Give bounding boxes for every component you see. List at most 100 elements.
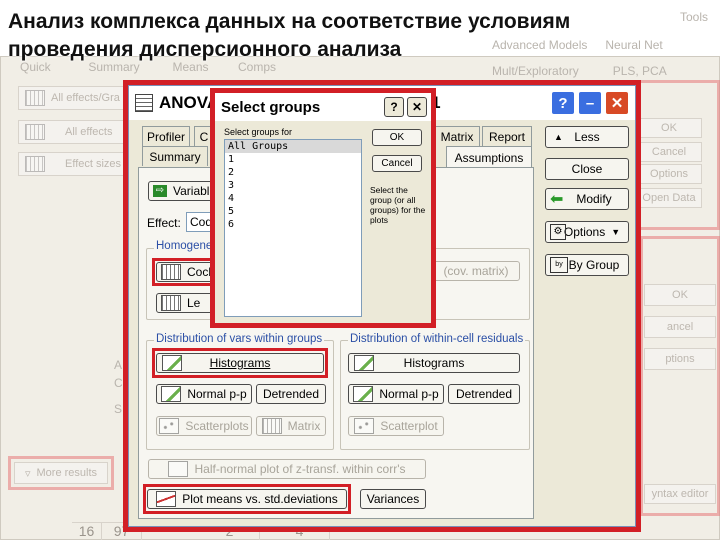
- select-groups-cancel-button[interactable]: Cancel: [372, 155, 422, 172]
- bg-table-icon: [25, 124, 45, 140]
- matrix-label: Matrix: [287, 419, 321, 433]
- less-button[interactable]: ▲ Less: [545, 126, 629, 148]
- scatterplot-icon: [159, 418, 180, 434]
- tab-report[interactable]: Report: [482, 126, 532, 146]
- close-button[interactable]: Close: [545, 158, 629, 180]
- bg-effect-sizes-button[interactable]: Effect sizes: [18, 152, 130, 176]
- effect-label: Effect:: [147, 216, 181, 230]
- bg-syntax-editor-button[interactable]: yntax editor: [644, 484, 716, 504]
- help-icon[interactable]: ?: [384, 97, 404, 117]
- levene-label: Le: [187, 296, 201, 310]
- dropdown-icon: ▼: [611, 227, 621, 237]
- group-item-all[interactable]: All Groups: [225, 140, 361, 153]
- table-icon: [161, 295, 181, 311]
- plot-means-label: Plot means vs. std.deviations: [182, 492, 338, 506]
- normal-pp-residuals-label: Normal p-p: [379, 387, 439, 401]
- select-groups-title-buttons: ? ✕: [384, 97, 427, 117]
- scatterplot-icon: [354, 418, 375, 434]
- bg-right-lower-highlight: [640, 236, 720, 516]
- by-group-label: By Group: [568, 258, 620, 272]
- group-item-3[interactable]: 3: [225, 179, 361, 192]
- select-groups-ok-button[interactable]: OK: [372, 129, 422, 146]
- bg-cancel-button[interactable]: Cancel: [636, 142, 702, 162]
- cochran-button[interactable]: Coch: [156, 262, 218, 282]
- select-groups-title: Select groups: [221, 98, 321, 116]
- variances-button[interactable]: Variances: [360, 489, 426, 509]
- histogram-icon: [162, 355, 182, 371]
- tab-summary[interactable]: Summary: [142, 146, 208, 166]
- modify-label: Modify: [576, 192, 612, 206]
- bg-label: All effects: [65, 126, 113, 138]
- select-groups-caption: Select groups for: [224, 127, 293, 137]
- minimize-icon[interactable]: –: [578, 91, 602, 115]
- half-normal-button[interactable]: Half-normal plot of z-transf. within cor…: [148, 459, 426, 479]
- group-item-1[interactable]: 1: [225, 153, 361, 166]
- detrended-residuals-button[interactable]: Detrended: [448, 384, 520, 404]
- bg-cancel-button-2[interactable]: ancel: [644, 316, 716, 338]
- bg-grid-icon: [25, 90, 45, 106]
- normal-plot-icon: [161, 386, 182, 402]
- scatterplots-button[interactable]: Scatterplots: [156, 416, 252, 436]
- anova-grid-icon: [135, 94, 153, 112]
- bg-options-button-2[interactable]: ptions: [644, 348, 716, 370]
- bg-arrow-icon: ▿: [24, 467, 31, 480]
- group-item-4[interactable]: 4: [225, 192, 361, 205]
- means-plot-icon: [156, 491, 177, 507]
- groups-listbox[interactable]: All Groups 1 2 3 4 5 6: [224, 139, 362, 317]
- bg-open-data-button[interactable]: Open Data: [636, 188, 702, 208]
- table-icon: [161, 264, 181, 280]
- cov-matrix-button[interactable]: (cov. matrix): [432, 261, 520, 281]
- by-group-icon: by: [550, 257, 568, 273]
- dist-vars-label: Distribution of vars within groups: [154, 333, 325, 345]
- tab-profiler[interactable]: Profiler: [142, 126, 190, 146]
- bg-options-button[interactable]: Options: [636, 164, 702, 184]
- variables-button[interactable]: ⇨ Variable: [148, 181, 218, 201]
- bg-item-label: PLS, PCA: [612, 64, 667, 78]
- bg-ok-button-2[interactable]: OK: [644, 284, 716, 306]
- bg-more-results-button[interactable]: ▿ More results: [14, 462, 108, 484]
- options-icon: ⚙: [550, 224, 566, 240]
- half-normal-label: Half-normal plot of z-transf. within cor…: [194, 462, 406, 476]
- options-label: Options: [563, 225, 606, 239]
- histograms-button[interactable]: Histograms: [156, 353, 324, 373]
- variables-icon: ⇨: [153, 185, 167, 197]
- options-button[interactable]: ⚙ Options ▼: [545, 221, 629, 243]
- matrix-icon: [261, 418, 282, 434]
- tab-matrix[interactable]: Matrix: [434, 126, 480, 146]
- slide-title: Анализ комплекса данных на соответствие …: [8, 10, 571, 61]
- select-groups-title-bar: Select groups ? ✕: [215, 93, 431, 121]
- bg-side-letter-c: C: [114, 376, 123, 390]
- dist-resid-label: Distribution of within-cell residuals: [348, 333, 526, 345]
- group-item-5[interactable]: 5: [225, 205, 361, 218]
- bg-label: Effect sizes: [65, 158, 122, 170]
- bg-all-effects-button[interactable]: All effects: [18, 120, 130, 144]
- bg-label: More results: [36, 467, 98, 479]
- close-icon[interactable]: ✕: [605, 91, 629, 115]
- scatterplots-label: Scatterplots: [185, 419, 249, 433]
- group-item-2[interactable]: 2: [225, 166, 361, 179]
- normal-plot-icon: [353, 386, 374, 402]
- bg-label: All effects/Gra: [51, 92, 120, 104]
- modify-button[interactable]: ⬅ Modify: [545, 188, 629, 210]
- help-icon[interactable]: ?: [551, 91, 575, 115]
- scatterplot-residuals-button[interactable]: Scatterplot: [348, 416, 444, 436]
- bg-side-letter-a: A: [114, 358, 123, 372]
- normal-pp-label: Normal p-p: [187, 387, 247, 401]
- back-arrow-icon: ⬅: [550, 191, 564, 208]
- bg-grid-cell: 16: [72, 522, 102, 540]
- by-group-button[interactable]: by By Group: [545, 254, 629, 276]
- plot-means-button[interactable]: Plot means vs. std.deviations: [147, 489, 347, 509]
- less-icon: ▲: [554, 132, 563, 142]
- group-item-6[interactable]: 6: [225, 218, 361, 231]
- normal-pp-button[interactable]: Normal p-p: [156, 384, 252, 404]
- bg-ok-button[interactable]: OK: [636, 118, 702, 138]
- close-icon[interactable]: ✕: [407, 97, 427, 117]
- detrended-button[interactable]: Detrended: [256, 384, 326, 404]
- bg-all-effects-graphs-button[interactable]: All effects/Gra: [18, 86, 130, 110]
- histograms-residuals-button[interactable]: Histograms: [348, 353, 520, 373]
- tab-assumptions[interactable]: Assumptions: [446, 146, 532, 168]
- matrix-button[interactable]: Matrix: [256, 416, 326, 436]
- levene-button[interactable]: Le: [156, 293, 218, 313]
- bg-mult-exploratory[interactable]: Mult/Exploratory PLS, PCA: [492, 64, 667, 78]
- normal-pp-residuals-button[interactable]: Normal p-p: [348, 384, 444, 404]
